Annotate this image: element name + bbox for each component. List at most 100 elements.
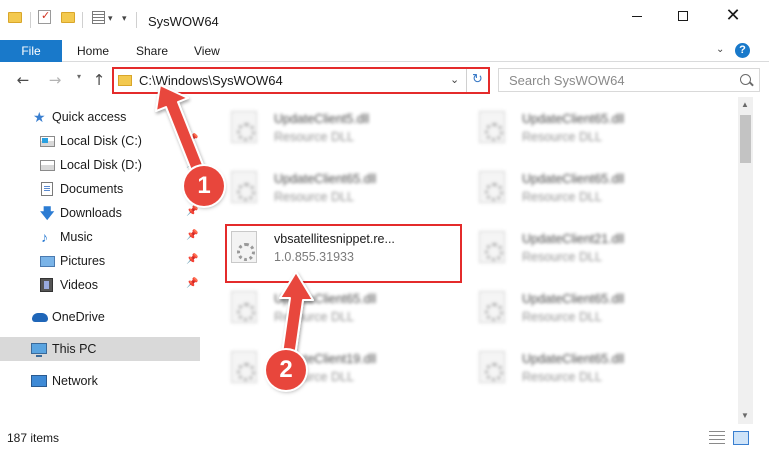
onedrive-icon	[32, 313, 48, 322]
file-tile[interactable]: UpdateClient19.dll Resource DLL	[229, 345, 459, 401]
sidebar-item-quick-access[interactable]: ★ Quick access	[0, 105, 200, 129]
sidebar-item-label: Pictures	[60, 254, 106, 268]
pin-icon[interactable]: 📌	[186, 230, 198, 241]
chevron-down-icon[interactable]: ⌄	[450, 73, 459, 86]
address-bar[interactable]: C:\Windows\SysWOW64 ⌄ ↻	[112, 67, 490, 94]
forward-button[interactable]: →	[46, 70, 64, 90]
back-button[interactable]: ←	[14, 70, 32, 90]
sidebar-item-label: This PC	[52, 342, 97, 356]
sidebar-item-pictures[interactable]: Pictures 📌	[0, 249, 200, 273]
file-tile[interactable]: UpdateClient65.dll Resource DLL	[477, 105, 707, 161]
sidebar-item-downloads[interactable]: 🡇 Downloads 📌	[0, 201, 200, 225]
highlight-box	[225, 224, 462, 283]
file-name: UpdateClient65.dll	[522, 292, 625, 306]
dll-file-icon	[479, 231, 505, 263]
sidebar-item-label: Local Disk (C:)	[60, 134, 142, 148]
file-name: UpdateClient65.dll	[522, 112, 625, 126]
close-icon: ✕	[725, 5, 741, 26]
file-tile[interactable]: UpdateClient65.dll Resource DLL	[229, 285, 459, 341]
dll-file-icon	[479, 351, 505, 383]
file-tile[interactable]: UpdateClient5.dll Resource DLL	[229, 105, 459, 161]
tab-home[interactable]: Home	[69, 40, 117, 62]
recent-locations-icon[interactable]: ▾	[77, 72, 81, 81]
search-placeholder: Search SysWOW64	[509, 73, 625, 88]
videos-icon	[40, 278, 53, 292]
scroll-up-icon[interactable]: ▲	[741, 100, 749, 109]
new-folder-icon[interactable]	[61, 12, 75, 23]
file-name: UpdateClient65.dll	[274, 292, 377, 306]
sidebar-item-local-disk-d[interactable]: Local Disk (D:) 📌	[0, 153, 200, 177]
file-tile[interactable]: UpdateClient65.dll Resource DLL	[229, 165, 459, 221]
sidebar-item-this-pc[interactable]: This PC	[0, 337, 200, 361]
file-tile[interactable]: UpdateClient65.dll Resource DLL	[477, 285, 707, 341]
file-type: Resource DLL	[522, 190, 602, 204]
sidebar-item-label: Local Disk (D:)	[60, 158, 142, 172]
sidebar-item-music[interactable]: ♪ Music 📌	[0, 225, 200, 249]
file-tile[interactable]: UpdateClient65.dll Resource DLL	[477, 345, 707, 401]
separator	[30, 12, 31, 28]
file-tile[interactable]: UpdateClient65.dll Resource DLL	[477, 165, 707, 221]
folder-icon	[118, 75, 132, 86]
sidebar-item-network[interactable]: Network	[0, 369, 200, 393]
network-icon	[31, 375, 47, 387]
scroll-thumb[interactable]	[740, 115, 751, 163]
expand-ribbon-icon[interactable]: ⌄	[716, 44, 724, 55]
dll-file-icon	[479, 291, 505, 323]
maximize-button[interactable]	[660, 0, 706, 32]
up-button[interactable]: ↑	[90, 70, 108, 90]
large-icons-view-icon[interactable]	[733, 431, 749, 445]
navigation-pane: ★ Quick access Local Disk (C:) 📌 Local D…	[0, 97, 203, 424]
folder-icon	[8, 12, 22, 23]
drive-c-icon	[40, 136, 55, 147]
sidebar-item-local-disk-c[interactable]: Local Disk (C:) 📌	[0, 129, 200, 153]
pin-icon[interactable]: 📌	[186, 134, 198, 145]
details-view-icon[interactable]	[709, 431, 725, 445]
file-name: UpdateClient65.dll	[522, 172, 625, 186]
step-1-badge: 1	[184, 166, 224, 206]
sidebar-item-onedrive[interactable]: OneDrive	[0, 305, 200, 329]
search-icon[interactable]	[740, 74, 751, 85]
chevron-down-icon[interactable]: ▾	[108, 13, 113, 24]
tab-view[interactable]: View	[186, 40, 228, 62]
window-title: SysWOW64	[148, 14, 219, 29]
sidebar-item-label: Quick access	[52, 110, 127, 124]
file-type: Resource DLL	[274, 190, 354, 204]
help-icon[interactable]: ?	[735, 43, 750, 58]
documents-icon	[41, 182, 53, 196]
sidebar-item-documents[interactable]: Documents 📌	[0, 177, 200, 201]
pictures-icon	[40, 256, 55, 267]
minimize-button[interactable]	[614, 0, 660, 32]
file-name: UpdateClient5.dll	[274, 112, 370, 126]
view-options-icon[interactable]	[92, 11, 105, 24]
sidebar-item-label: Music	[60, 230, 93, 244]
address-path[interactable]: C:\Windows\SysWOW64	[139, 73, 283, 88]
item-count: 187 items	[7, 431, 60, 445]
separator	[82, 12, 83, 28]
pin-icon[interactable]: 📌	[186, 254, 198, 265]
file-type: Resource DLL	[522, 370, 602, 384]
dll-file-icon	[231, 171, 257, 203]
pin-icon[interactable]: 📌	[186, 206, 198, 217]
close-button[interactable]: ✕	[710, 0, 756, 32]
file-name: UpdateClient21.dll	[522, 232, 625, 246]
tab-file[interactable]: File	[0, 40, 62, 62]
dll-file-icon	[231, 351, 257, 383]
vertical-scrollbar[interactable]: ▲ ▼	[738, 97, 753, 424]
file-type: Resource DLL	[522, 310, 602, 324]
file-name: UpdateClient65.dll	[274, 172, 377, 186]
properties-check-icon[interactable]	[38, 9, 51, 24]
search-input[interactable]: Search SysWOW64	[498, 68, 760, 92]
status-bar: 187 items	[0, 424, 769, 464]
refresh-button[interactable]: ↻	[466, 69, 488, 92]
pin-icon[interactable]: 📌	[186, 278, 198, 289]
tab-share[interactable]: Share	[128, 40, 176, 62]
sidebar-item-label: Documents	[60, 182, 124, 196]
sidebar-item-videos[interactable]: Videos 📌	[0, 273, 200, 297]
this-pc-icon	[31, 343, 47, 357]
music-icon: ♪	[41, 229, 48, 245]
file-tile[interactable]: UpdateClient21.dll Resource DLL	[477, 225, 707, 281]
star-icon: ★	[33, 109, 46, 125]
customize-toolbar-icon[interactable]: ▾	[122, 13, 127, 24]
dll-file-icon	[231, 291, 257, 323]
scroll-down-icon[interactable]: ▼	[741, 411, 749, 420]
